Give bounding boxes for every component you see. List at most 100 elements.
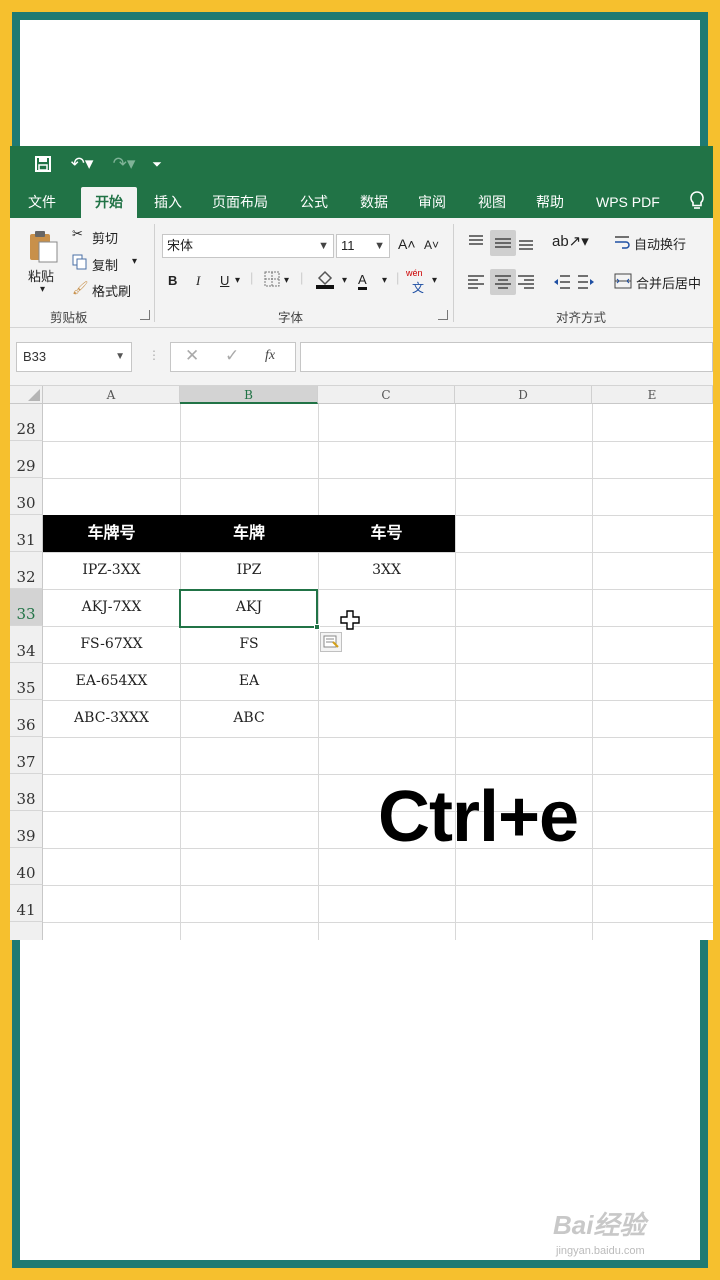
copy-icon[interactable] [72, 254, 88, 273]
wrap-text-icon[interactable] [614, 234, 630, 253]
align-top-icon[interactable] [466, 232, 486, 255]
tab-home[interactable]: 开始 [81, 187, 137, 218]
format-painter-button[interactable]: 格式刷 [92, 281, 131, 300]
table-cell[interactable]: IPZ [180, 552, 318, 589]
name-box[interactable]: B33 ▼ [16, 342, 132, 372]
redo-icon[interactable]: ↷▾ [108, 152, 140, 176]
fill-handle[interactable] [314, 624, 320, 630]
underline-button[interactable]: U [220, 273, 229, 288]
font-name-select[interactable]: 宋体 ▼ [162, 234, 334, 258]
paste-dropdown-icon[interactable]: ▾ [40, 284, 45, 295]
table-cell[interactable] [318, 700, 455, 737]
copy-button[interactable]: 复制 [92, 255, 118, 274]
orientation-icon[interactable]: ab↗▾ [552, 232, 589, 250]
column-header-e[interactable]: E [592, 386, 713, 404]
table-cell[interactable] [318, 663, 455, 700]
row-header[interactable]: 36 [10, 700, 43, 737]
tab-insert[interactable]: 插入 [144, 187, 192, 218]
column-header-d[interactable]: D [455, 386, 592, 404]
font-launcher-icon[interactable] [438, 310, 448, 320]
row-header[interactable]: 32 [10, 552, 43, 589]
customize-icon[interactable]: ⏷ [148, 152, 166, 176]
align-left-icon[interactable] [466, 272, 486, 295]
align-center-icon[interactable] [490, 269, 516, 295]
increase-indent-icon[interactable] [576, 272, 596, 295]
tab-review[interactable]: 审阅 [408, 187, 456, 218]
table-cell[interactable]: 3XX [318, 552, 455, 589]
align-bottom-icon[interactable] [516, 232, 536, 255]
table-cell[interactable]: EA-654XX [43, 663, 180, 700]
table-cell[interactable]: AKJ-7XX [43, 589, 180, 626]
tab-page-layout[interactable]: 页面布局 [202, 187, 278, 218]
borders-icon[interactable] [264, 271, 280, 290]
tab-formulas[interactable]: 公式 [290, 187, 338, 218]
decrease-indent-icon[interactable] [552, 272, 572, 295]
row-header[interactable]: 40 [10, 848, 43, 885]
row-header[interactable]: 30 [10, 478, 43, 515]
active-cell-selection[interactable] [179, 589, 318, 628]
decrease-font-icon[interactable]: A˅ [424, 238, 439, 252]
tab-wps-pdf[interactable]: WPS PDF [586, 187, 670, 218]
font-size-select[interactable]: 11 ▼ [336, 234, 390, 258]
formula-input[interactable] [300, 342, 713, 372]
font-color-button[interactable]: A [358, 272, 367, 290]
tab-help[interactable]: 帮助 [526, 187, 574, 218]
wrap-text-button[interactable]: 自动换行 [634, 234, 686, 253]
row-header[interactable]: 28 [10, 404, 43, 441]
table-cell[interactable]: ABC-3XXX [43, 700, 180, 737]
borders-dropdown-icon[interactable]: ▾ [284, 275, 289, 286]
column-header-c[interactable]: C [318, 386, 455, 404]
underline-dropdown-icon[interactable]: ▾ [235, 275, 240, 286]
table-header-cell[interactable]: 车号 [318, 515, 455, 552]
fill-color-dropdown-icon[interactable]: ▾ [342, 275, 347, 286]
table-header-cell[interactable]: 车牌 [180, 515, 318, 552]
column-header-b[interactable]: B [180, 386, 318, 404]
clipboard-launcher-icon[interactable] [140, 310, 150, 320]
table-cell[interactable]: ABC [180, 700, 318, 737]
select-all-corner[interactable] [10, 386, 43, 404]
scissors-icon[interactable]: ✂ [72, 226, 83, 242]
align-right-icon[interactable] [516, 272, 536, 295]
merge-center-button[interactable]: 合并后居中 [636, 273, 701, 292]
paste-button[interactable]: 粘贴 [28, 266, 54, 285]
italic-button[interactable]: I [196, 273, 200, 289]
tab-file[interactable]: 文件 [18, 187, 66, 218]
column-header-a[interactable]: A [43, 386, 180, 404]
copy-dropdown-icon[interactable]: ▾ [132, 256, 137, 267]
name-box-dropdown-icon[interactable]: ▼ [115, 343, 125, 371]
row-header[interactable]: 29 [10, 441, 43, 478]
row-header[interactable]: 35 [10, 663, 43, 700]
row-header[interactable]: 39 [10, 811, 43, 848]
phonetic-dropdown-icon[interactable]: ▾ [432, 275, 437, 286]
tab-view[interactable]: 视图 [468, 187, 516, 218]
row-header[interactable]: 38 [10, 774, 43, 811]
lightbulb-icon[interactable] [687, 190, 709, 212]
align-middle-icon[interactable] [490, 230, 516, 256]
flash-fill-options-icon[interactable] [320, 632, 342, 652]
merge-center-icon[interactable] [614, 272, 632, 293]
format-painter-icon[interactable]: 🖌 [72, 280, 89, 296]
table-cell[interactable]: FS [180, 626, 318, 663]
phonetic-label[interactable]: wén [406, 268, 423, 278]
table-cell[interactable] [318, 589, 455, 626]
cut-button[interactable]: 剪切 [92, 228, 118, 247]
enter-icon[interactable]: ✓ [225, 346, 239, 366]
table-cell[interactable]: FS-67XX [43, 626, 180, 663]
table-header-cell[interactable]: 车牌号 [43, 515, 180, 552]
row-header[interactable]: 34 [10, 626, 43, 663]
tab-data[interactable]: 数据 [350, 187, 398, 218]
font-color-dropdown-icon[interactable]: ▾ [382, 275, 387, 286]
phonetic-icon[interactable]: 文 [412, 279, 424, 296]
table-cell[interactable]: EA [180, 663, 318, 700]
undo-icon[interactable]: ↶▾ [66, 152, 98, 176]
table-cell[interactable]: IPZ-3XX [43, 552, 180, 589]
fill-color-icon[interactable] [314, 268, 336, 293]
cancel-icon[interactable]: ✕ [185, 346, 199, 366]
row-header[interactable]: 37 [10, 737, 43, 774]
bold-button[interactable]: B [168, 273, 177, 288]
row-header[interactable]: 33 [10, 589, 43, 626]
increase-font-icon[interactable]: A˄ [398, 236, 416, 252]
row-header[interactable]: 41 [10, 885, 43, 922]
paste-icon[interactable] [24, 228, 60, 267]
row-header[interactable]: 31 [10, 515, 43, 552]
